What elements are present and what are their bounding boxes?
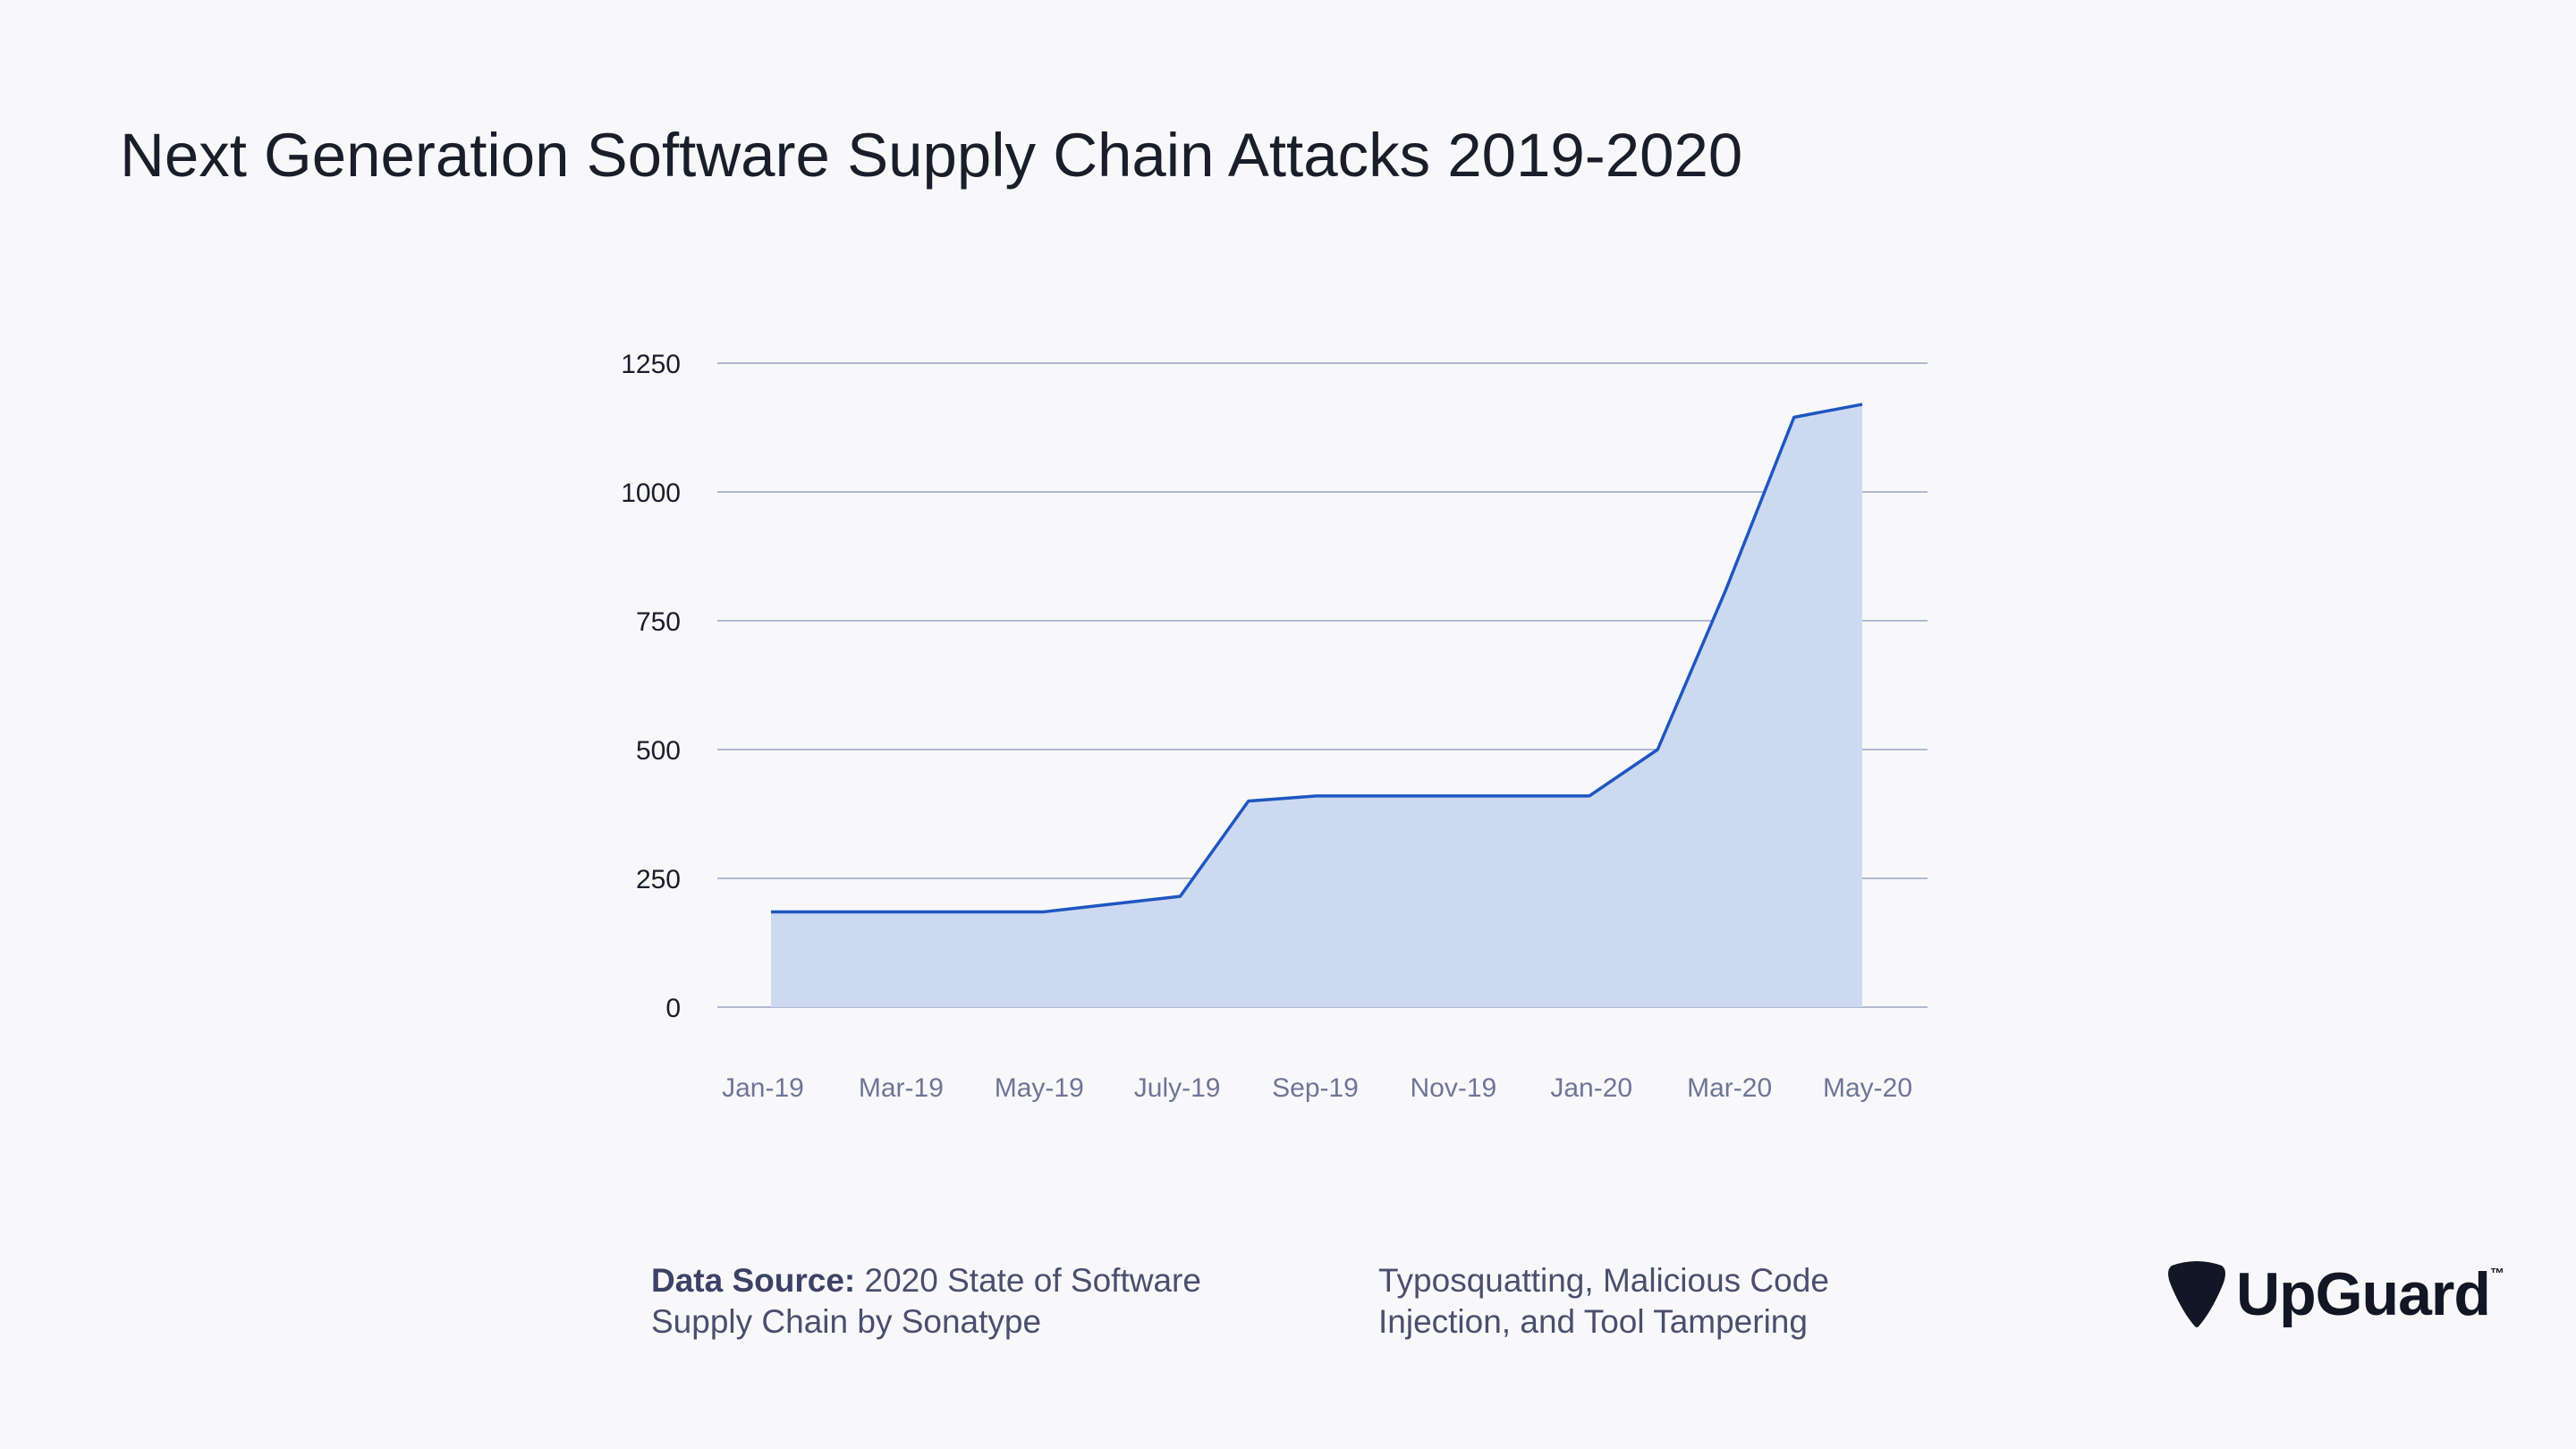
trademark-symbol: ™	[2489, 1267, 2504, 1282]
attack-categories-note: Typosquatting, Malicious Code Injection,…	[1378, 1262, 1829, 1340]
x-tick-label: Nov-19	[1411, 1073, 1497, 1103]
x-axis-ticks: Jan-19 Mar-19 May-19 July-19 Sep-19 Nov-19 Jan…	[722, 1073, 1912, 1103]
y-tick-label: 250	[636, 865, 681, 894]
y-axis-ticks: 0 250 500 750 1000 1250	[621, 350, 681, 1023]
area-chart: 0 250 500 750 1000 1250 Jan-19 Mar-19 May-19 Jul…	[621, 350, 1928, 1103]
upguard-logo: UpGuard ™	[2166, 1259, 2504, 1329]
guitar-pick-icon	[2168, 1261, 2225, 1327]
x-tick-label: Mar-19	[859, 1073, 944, 1103]
x-tick-label: Jan-19	[722, 1073, 804, 1103]
x-tick-label: May-20	[1823, 1073, 1912, 1103]
y-tick-label: 0	[665, 994, 681, 1023]
data-source-note: Data Source: 2020 State of Software Supp…	[651, 1260, 1295, 1343]
y-tick-label: 750	[636, 607, 681, 637]
x-tick-label: May-19	[995, 1073, 1084, 1103]
y-tick-label: 500	[636, 736, 681, 766]
y-tick-label: 1250	[621, 350, 681, 379]
x-tick-label: Mar-20	[1687, 1073, 1772, 1103]
logo-wordmark: UpGuard	[2236, 1260, 2491, 1328]
area-series	[770, 402, 1863, 1008]
x-tick-label: Sep-19	[1272, 1073, 1359, 1103]
data-source-label: Data Source:	[651, 1262, 856, 1299]
area-fill	[771, 404, 1862, 1008]
x-tick-label: Jan-20	[1550, 1073, 1632, 1103]
x-tick-label: July-19	[1134, 1073, 1221, 1103]
y-tick-label: 1000	[621, 479, 681, 508]
